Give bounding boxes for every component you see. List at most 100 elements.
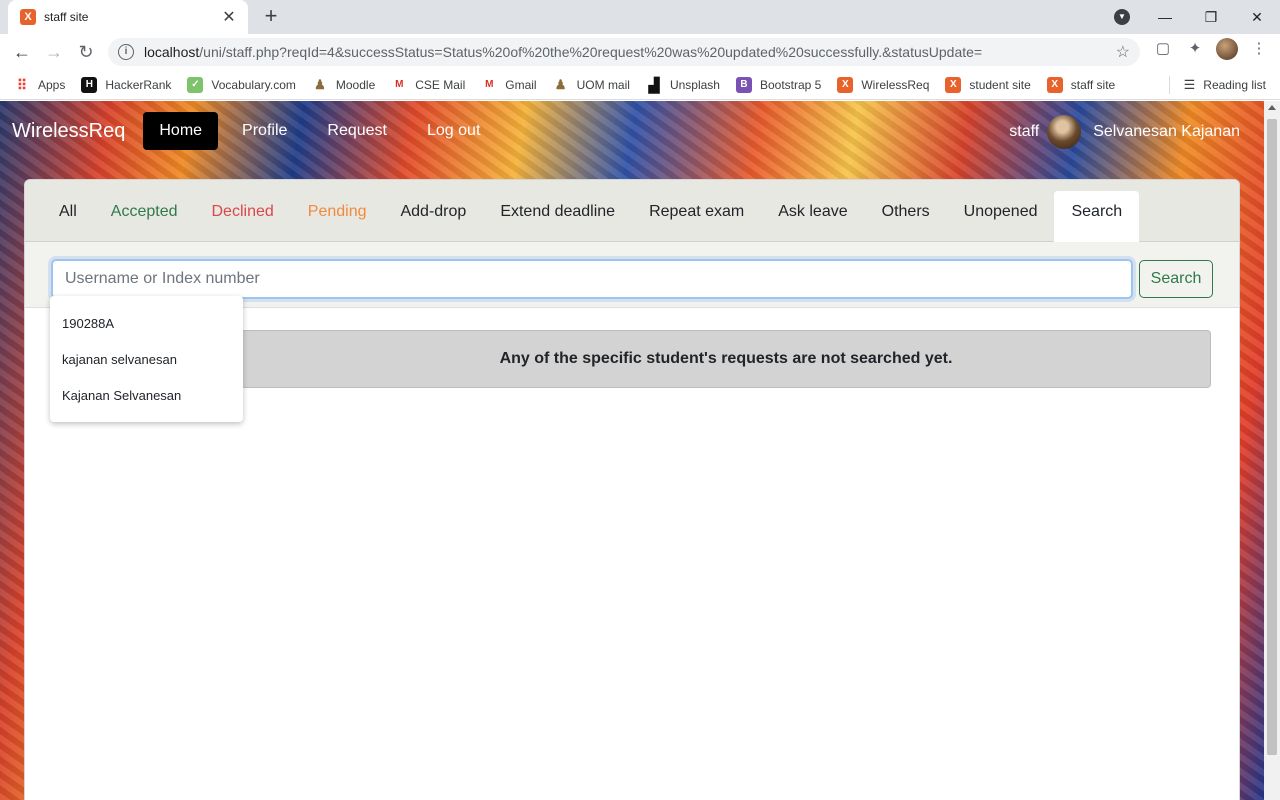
tab-pending[interactable]: Pending [291, 191, 384, 242]
user-name: Selvanesan Kajanan [1093, 123, 1240, 140]
bookmark-uom-mail[interactable]: ♟ UOM mail [552, 76, 630, 93]
vocabulary-icon: ✓ [187, 76, 204, 93]
unsplash-icon: ▟ [645, 76, 662, 93]
page-background: WirelessReq Home Profile Request Log out… [0, 101, 1264, 800]
toolbar-actions: ▢ ✦ ⋮ [1152, 38, 1270, 60]
bookmark-label: Apps [38, 77, 66, 92]
bookmark-label: Unsplash [669, 77, 720, 92]
filter-tabs: All Accepted Declined Pending Add-drop E… [25, 180, 1239, 242]
xampp-icon: X [945, 76, 962, 93]
bookmark-label: WirelessReq [861, 77, 930, 92]
tab-others[interactable]: Others [865, 191, 947, 242]
xampp-icon: X [1046, 76, 1063, 93]
url-host: localhost [144, 44, 200, 60]
requests-card: All Accepted Declined Pending Add-drop E… [24, 179, 1240, 800]
bookmark-moodle[interactable]: ♟ Moodle [311, 76, 376, 93]
profile-avatar[interactable] [1216, 38, 1238, 60]
extensions-puzzle-icon[interactable]: ✦ [1184, 38, 1206, 60]
bookmark-unsplash[interactable]: ▟ Unsplash [645, 76, 720, 93]
window-controls: — ❐ ✕ [1142, 0, 1280, 34]
restore-icon[interactable]: ❐ [1188, 9, 1234, 26]
xampp-icon: X [20, 9, 36, 25]
site-info-icon[interactable]: i [118, 44, 134, 60]
bookmark-apps[interactable]: ⠿ Apps [14, 76, 66, 93]
suggestion-item[interactable]: 190288A [50, 306, 243, 342]
forward-arrow-icon[interactable]: → [38, 38, 70, 66]
tab-add-drop[interactable]: Add-drop [383, 191, 483, 242]
bookmark-bootstrap[interactable]: B Bootstrap 5 [735, 76, 822, 93]
bookmark-label: CSE Mail [415, 77, 466, 92]
suggestion-item[interactable]: kajanan selvanesan [50, 342, 243, 378]
url-path: /uni/staff.php?reqId=4&successStatus=Sta… [199, 44, 983, 60]
close-tab-icon[interactable]: ✕ [220, 7, 238, 27]
reading-list-button[interactable]: ☰ Reading list [1184, 77, 1266, 93]
reload-icon[interactable]: ↻ [70, 38, 102, 66]
scroll-up-icon[interactable] [1268, 105, 1276, 110]
empty-results-alert: Any of the specific student's requests a… [241, 330, 1211, 388]
uom-icon: ♟ [552, 76, 569, 93]
tab-ask-leave[interactable]: Ask leave [761, 191, 864, 242]
minimize-icon[interactable]: — [1142, 9, 1188, 25]
tab-all[interactable]: All [47, 191, 94, 242]
page-scrollbar[interactable] [1264, 101, 1280, 800]
browser-tabstrip: X staff site ✕ + ▼ — ❐ ✕ [0, 0, 1280, 34]
hackerrank-icon: H [81, 76, 98, 93]
url-text[interactable]: localhost/uni/staff.php?reqId=4&successS… [144, 44, 1116, 60]
bookmark-student-site[interactable]: Xstudent site [945, 76, 1031, 93]
bookmark-star-icon[interactable]: ☆ [1116, 42, 1130, 62]
bookmark-cse-mail[interactable]: M CSE Mail [391, 76, 466, 93]
bookmarks-bar: ⠿ Apps H HackerRank ✓ Vocabulary.com ♟ Moodl… [0, 70, 1280, 100]
bookmark-label: UOM mail [576, 77, 630, 92]
tab-declined[interactable]: Declined [195, 191, 291, 242]
brand-logo[interactable]: WirelessReq [12, 120, 125, 143]
bookmark-label: staff site [1070, 77, 1116, 92]
search-input[interactable] [51, 259, 1133, 299]
bookmark-hackerrank[interactable]: H HackerRank [81, 76, 172, 93]
bookmark-label: Moodle [335, 77, 376, 92]
xampp-icon: X [837, 76, 854, 93]
tab-search[interactable]: Search [1054, 191, 1140, 242]
bootstrap-icon: B [735, 76, 752, 93]
bookmark-label: student site [969, 77, 1031, 92]
reading-list-label: Reading list [1203, 78, 1266, 92]
gmail-icon: M [391, 76, 408, 93]
extension-box-icon[interactable]: ▢ [1152, 38, 1174, 60]
bookmark-vocabulary[interactable]: ✓ Vocabulary.com [187, 76, 296, 93]
nav-logout[interactable]: Log out [411, 112, 496, 150]
main-navbar: WirelessReq Home Profile Request Log out… [0, 101, 1264, 161]
nav-profile[interactable]: Profile [226, 112, 303, 150]
user-avatar [1047, 115, 1082, 149]
close-window-icon[interactable]: ✕ [1234, 9, 1280, 26]
bookmarks-divider [1169, 76, 1170, 94]
nav-home[interactable]: Home [143, 112, 219, 150]
nav-request[interactable]: Request [311, 112, 403, 150]
apps-grid-icon: ⠿ [14, 76, 30, 93]
tab-accepted[interactable]: Accepted [94, 191, 195, 242]
tab-search-icon[interactable]: ▼ [1114, 9, 1130, 25]
bookmark-label: Gmail [505, 77, 537, 92]
user-area: staff Selvanesan Kajanan [1009, 115, 1240, 149]
tab-unopened[interactable]: Unopened [947, 191, 1055, 242]
bookmark-gmail[interactable]: M Gmail [481, 76, 537, 93]
bookmark-label: Vocabulary.com [211, 77, 296, 92]
tab-repeat-exam[interactable]: Repeat exam [632, 191, 761, 242]
more-menu-icon[interactable]: ⋮ [1248, 38, 1270, 60]
tab-title: staff site [44, 10, 89, 24]
bookmark-wirelessreq[interactable]: X WirelessReq [837, 76, 930, 93]
scrollbar-thumb[interactable] [1267, 119, 1277, 755]
back-arrow-icon[interactable]: ← [6, 38, 38, 66]
browser-toolbar: ← → ↻ i localhost/uni/staff.php?reqId=4&… [0, 34, 1280, 70]
autocomplete-dropdown: 190288A kajanan selvanesan Kajanan Selva… [50, 296, 243, 422]
moodle-icon: ♟ [311, 76, 328, 93]
reading-list-icon: ☰ [1183, 77, 1196, 92]
bookmark-staff-site[interactable]: Xstaff site [1046, 76, 1116, 93]
new-tab-icon[interactable]: + [258, 4, 284, 30]
browser-tab[interactable]: X staff site ✕ [8, 0, 248, 34]
address-bar[interactable]: i localhost/uni/staff.php?reqId=4&succes… [108, 38, 1140, 66]
gmail-icon: M [481, 76, 498, 93]
suggestion-item[interactable]: Kajanan Selvanesan [50, 378, 243, 414]
tab-extend-deadline[interactable]: Extend deadline [483, 191, 632, 242]
search-button[interactable]: Search [1139, 260, 1213, 298]
bookmark-label: HackerRank [105, 77, 172, 92]
bookmark-label: Bootstrap 5 [759, 77, 822, 92]
